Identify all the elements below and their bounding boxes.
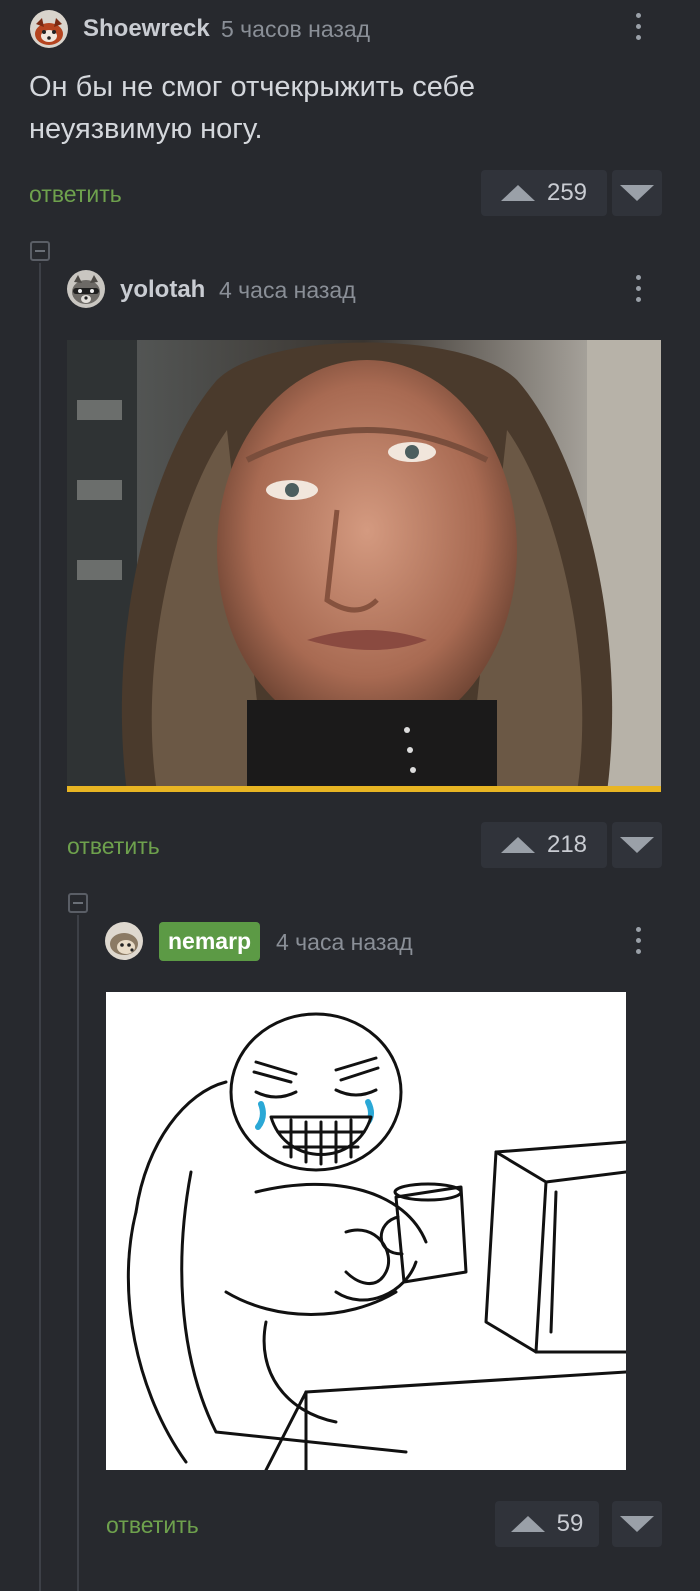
arrow-up-icon [500,185,535,201]
reply-button[interactable]: ответить [67,833,160,860]
arrow-up-icon [510,1516,545,1532]
rage-comic-meme-image [126,1012,626,1470]
username[interactable]: yolotah [120,276,205,304]
username[interactable]: Shoewreck [83,15,210,43]
vote-score: 218 [546,831,588,858]
upvote-button[interactable]: 59 [495,1501,599,1547]
upvote-button[interactable]: 259 [481,170,607,216]
vote-score: 59 [556,1510,584,1537]
comment-text: Он бы не смог отчекрыжить себе неуязвиму… [29,71,475,145]
upvote-button[interactable]: 218 [481,822,607,868]
user-avatar[interactable] [67,270,105,308]
hedgehog-avatar-icon [105,922,143,960]
more-options-icon[interactable] [635,13,643,46]
downvote-button[interactable] [612,822,662,868]
timestamp[interactable]: 5 часов назад [221,16,370,43]
portrait-photo-image [67,340,661,792]
timestamp[interactable]: 4 часа назад [219,277,356,304]
arrow-down-icon [620,837,654,853]
arrow-down-icon [620,185,654,201]
comment-image[interactable] [67,340,661,792]
collapse-thread-button[interactable] [30,241,50,261]
downvote-button[interactable] [612,1501,662,1547]
vote-score: 259 [546,179,588,206]
reply-button[interactable]: ответить [106,1512,199,1539]
reply-button[interactable]: ответить [29,181,122,208]
comment-image[interactable] [106,992,626,1470]
username-badge[interactable]: nemarp [159,922,261,961]
more-options-icon[interactable] [635,927,643,960]
user-avatar[interactable] [105,922,143,960]
collapse-thread-button[interactable] [68,893,88,913]
red-panda-avatar-icon [30,10,68,48]
user-avatar[interactable] [30,10,68,48]
downvote-button[interactable] [612,170,662,216]
arrow-up-icon [500,837,535,853]
timestamp[interactable]: 4 часа назад [276,929,413,956]
raccoon-avatar-icon [67,270,105,308]
more-options-icon[interactable] [635,275,643,308]
thread-line[interactable] [39,263,41,1591]
thread-line[interactable] [77,915,79,1591]
arrow-down-icon [620,1516,654,1532]
